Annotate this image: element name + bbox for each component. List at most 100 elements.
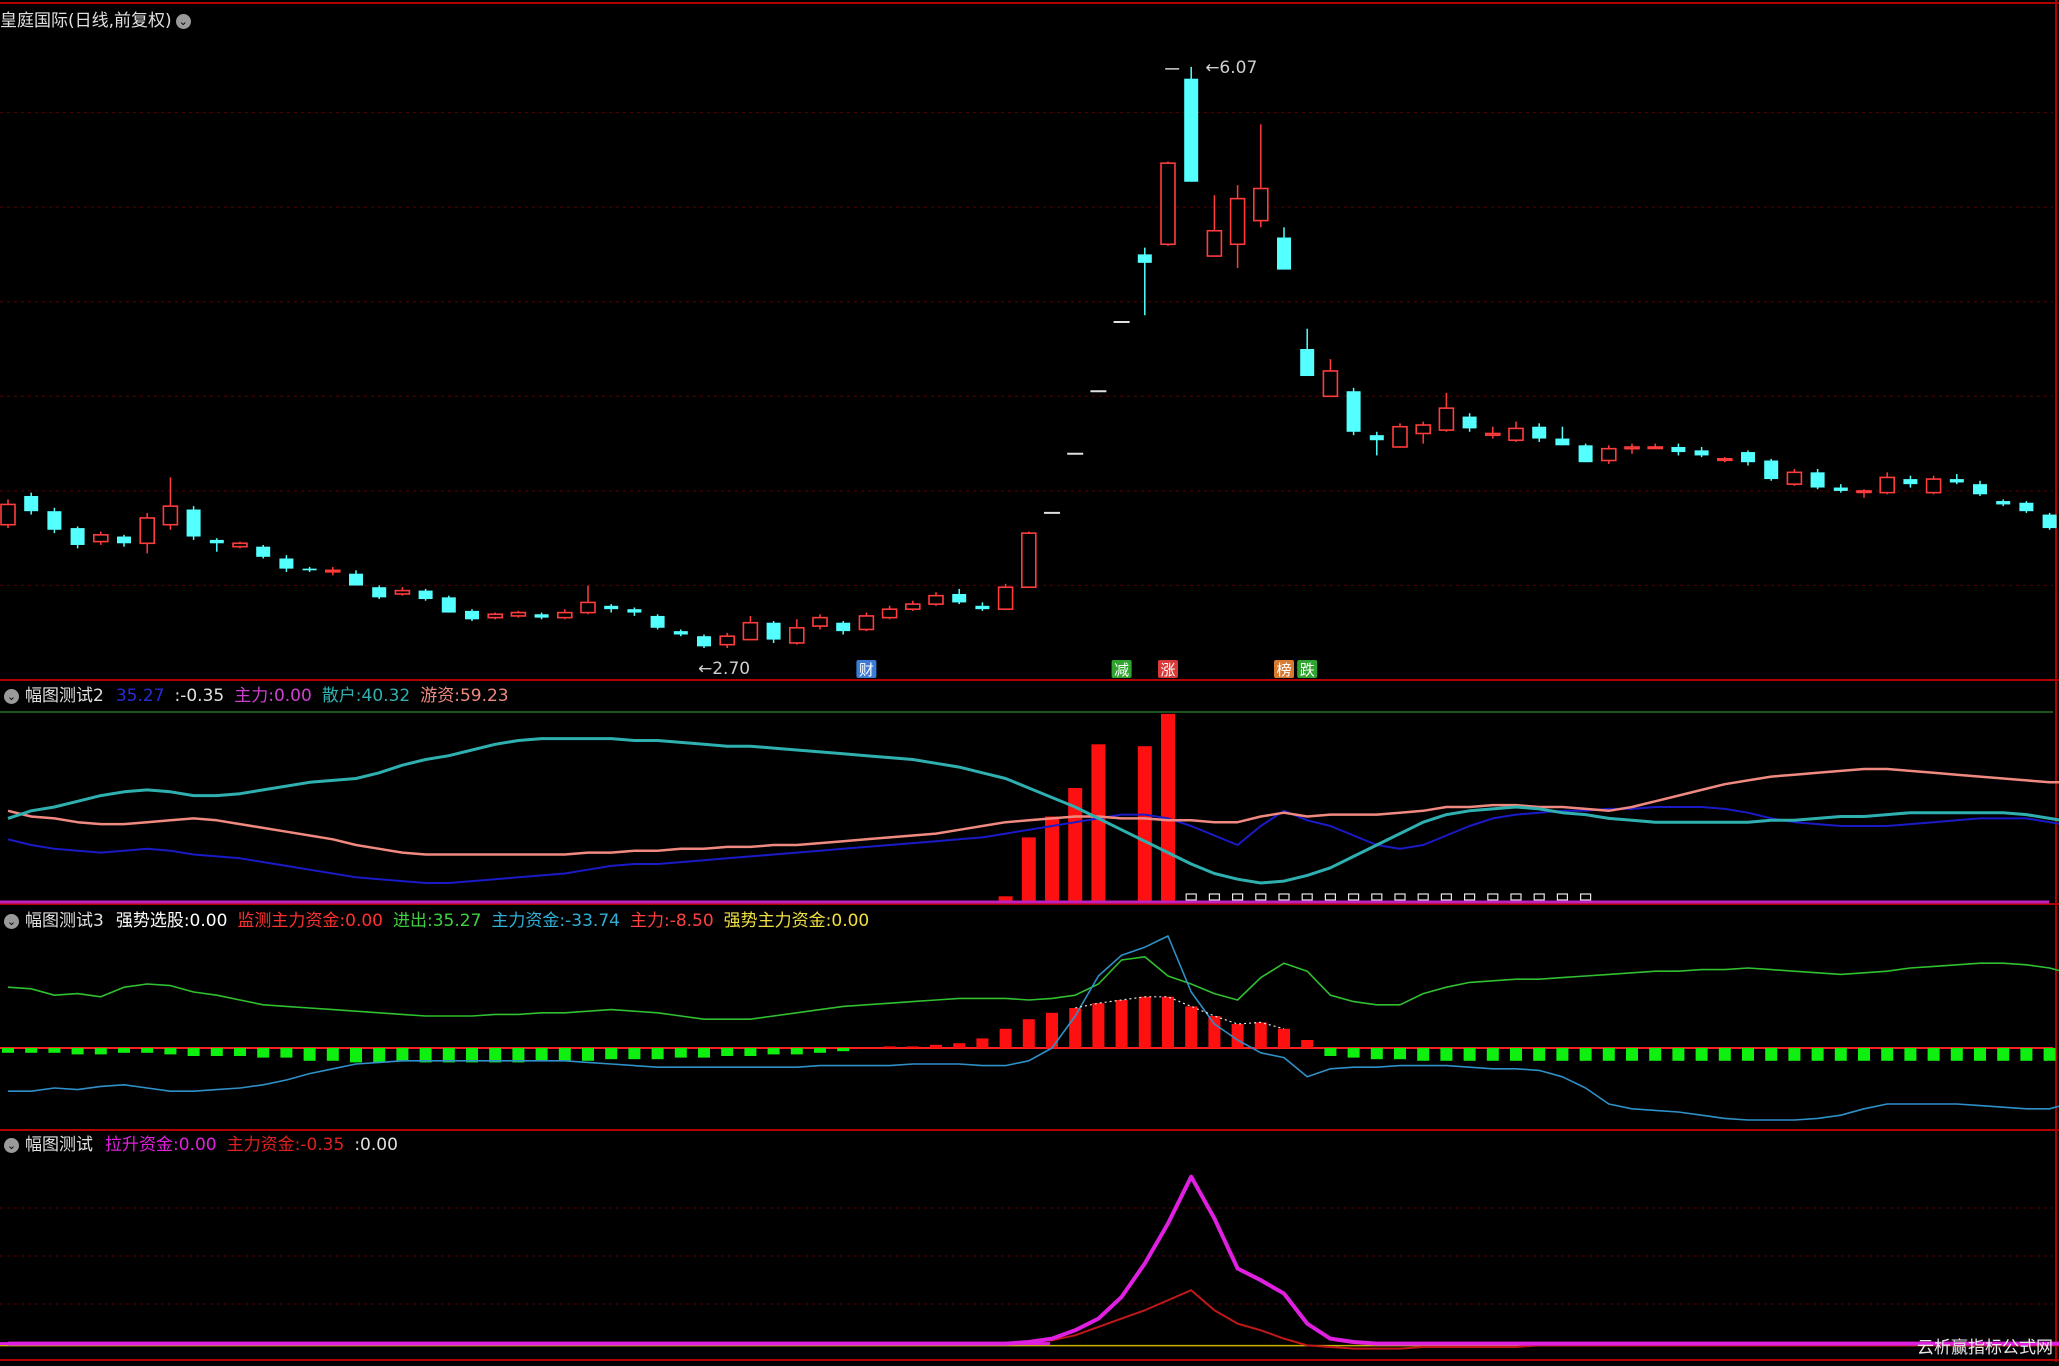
outflow-bar [1556, 1048, 1569, 1061]
ind3-value-1: 监测主力资金:0.00 [237, 911, 384, 931]
outflow-bar [1486, 1048, 1499, 1061]
outflow-bar [1510, 1048, 1522, 1061]
candle-up [232, 542, 248, 548]
candle-up [1160, 162, 1176, 246]
outflow-bar [674, 1048, 687, 1058]
stock-title[interactable]: 皇庭国际(日线,前复权) [0, 8, 172, 34]
signal-square [1208, 893, 1221, 901]
signal-square [1394, 893, 1406, 901]
candle-down [1741, 452, 1755, 463]
outflow-bar [1626, 1048, 1638, 1061]
outflow-bar [558, 1048, 571, 1061]
outflow-bar [2, 1048, 14, 1053]
candle-down [1137, 254, 1152, 263]
candle-down [1671, 446, 1686, 453]
outflow-bar [234, 1048, 246, 1056]
candle-down [372, 587, 387, 598]
inflow-bar [883, 1046, 896, 1048]
main-force-bar [1091, 744, 1106, 902]
main-chart-header: 皇庭国际(日线,前复权) ⌄ [0, 8, 197, 34]
candle-down [650, 615, 665, 628]
candle-up [162, 505, 179, 526]
outflow-bar [118, 1048, 130, 1053]
candle-down [627, 609, 642, 613]
outflow-bar [303, 1048, 316, 1061]
candle-down [1532, 426, 1547, 439]
chevron-down-icon[interactable]: ⌄ [4, 913, 19, 929]
chevron-down-icon[interactable]: ⌄ [4, 1137, 19, 1153]
candle-down [604, 605, 619, 610]
candle-down [1833, 487, 1848, 491]
outflow-bar [1811, 1048, 1824, 1061]
main-force-bar [1021, 837, 1036, 902]
candle-down [1810, 472, 1825, 488]
candle-down [1949, 479, 1964, 483]
candle-down [1369, 435, 1384, 441]
candle-down [2042, 514, 2057, 529]
indicator2-header: ⌄ 幅图测试2 35.27:-0.35 主力:0.00 散户:40.32 游资:59.… [0, 683, 519, 709]
outflow-bar [280, 1048, 293, 1058]
candle-down [952, 593, 967, 603]
candle-down [1184, 78, 1199, 182]
candle-down [1903, 479, 1918, 485]
candle-down [186, 509, 201, 537]
inflow-bar [1278, 1028, 1290, 1048]
ind4-value-2: :0.00 [354, 1135, 398, 1155]
indicator3-header: ⌄ 幅图测试3 强势选股:0.00 监测主力资金:0.00 进出:35.27 主力资金… [0, 908, 879, 934]
outflow-bar [582, 1048, 594, 1061]
candle-down [975, 605, 990, 610]
indicator4-name[interactable]: 幅图测试 [25, 1132, 93, 1158]
inflow-bar [1231, 1024, 1244, 1048]
outflow-bar [1881, 1048, 1894, 1061]
outflow-bar [1765, 1048, 1778, 1061]
ind4-value-0: 拉升资金:0.00 [105, 1135, 217, 1155]
main-force-bar [1161, 713, 1175, 902]
chart-window: ←6.07 ←2.70 财 减 涨 榜跌 皇庭国际(日线,前复权) ⌄ ⌄ 幅图测试2 3… [0, 0, 2059, 1362]
outflow-bar [1858, 1048, 1870, 1061]
candle-up [858, 615, 875, 631]
outflow-bar [744, 1048, 757, 1056]
indicator2-name[interactable]: 幅图测试2 [25, 683, 104, 709]
candle-up [1229, 197, 1246, 246]
inflow-bar [1254, 1022, 1267, 1048]
candle-down [673, 631, 688, 635]
signal-square [1278, 893, 1290, 901]
outflow-bar [698, 1048, 710, 1058]
ind2-value-0: 35.27 [115, 686, 165, 706]
candle-down [1764, 460, 1779, 480]
outflow-bar [1463, 1048, 1476, 1061]
indicator3-name[interactable]: 幅图测试3 [25, 908, 104, 934]
outflow-bar [1417, 1048, 1430, 1061]
outflow-bar [535, 1048, 548, 1061]
candle-up [1020, 532, 1037, 589]
outflow-bar [1834, 1048, 1847, 1061]
chevron-down-icon[interactable]: ⌄ [4, 688, 19, 704]
outflow-bar [1997, 1048, 2010, 1061]
outflow-bar [164, 1048, 177, 1055]
candle-up [1253, 187, 1269, 222]
candle-up [580, 601, 596, 614]
signal-square [1255, 893, 1267, 901]
chevron-down-icon[interactable]: ⌄ [175, 13, 191, 29]
candle-up [1925, 478, 1942, 494]
signal-square [1579, 893, 1592, 901]
outflow-bar [651, 1048, 664, 1060]
high-price-label: ←6.07 [1205, 58, 1257, 78]
outflow-bar [605, 1048, 618, 1060]
outflow-bar [326, 1048, 339, 1061]
candle-up [1415, 424, 1431, 435]
candle-down [1462, 416, 1477, 429]
candle-up [1601, 447, 1617, 462]
lift-fund-curve [8, 1174, 2059, 1346]
candle-down [465, 610, 479, 620]
candle-down [1346, 391, 1361, 432]
inflow-bar [1138, 996, 1151, 1048]
candle-down [2019, 502, 2034, 512]
candle-up [1392, 425, 1408, 448]
inflow-bar [1069, 1008, 1082, 1048]
candle-up [487, 613, 504, 619]
main-force-bar [1045, 816, 1059, 902]
inflow-bar [953, 1043, 966, 1048]
inflow-bar [906, 1046, 919, 1048]
inflow-bar [1185, 1006, 1198, 1048]
